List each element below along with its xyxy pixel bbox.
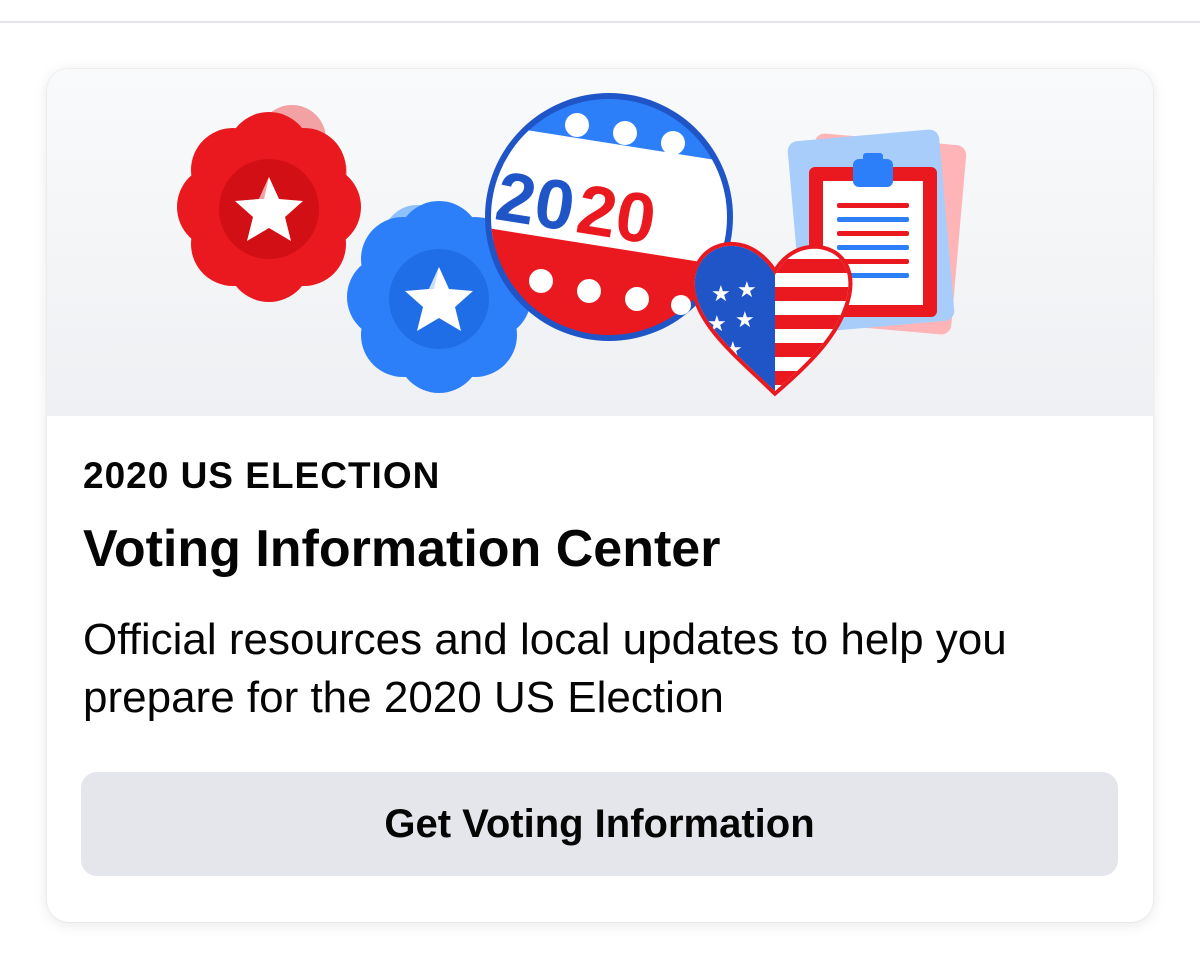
svg-text:★: ★ <box>737 277 757 302</box>
svg-text:★: ★ <box>711 281 731 306</box>
election-illustration: 20 20 ★ ★ ★ ★ ★ <box>47 69 1153 416</box>
flag-heart-icon: ★ ★ ★ ★ ★ <box>690 241 853 397</box>
voting-info-card: 20 20 ★ ★ ★ ★ ★ 2020 US ELECTION Voting … <box>47 69 1153 922</box>
top-divider <box>0 21 1200 23</box>
svg-text:★: ★ <box>735 307 755 332</box>
get-voting-information-button[interactable]: Get Voting Information <box>81 772 1118 876</box>
card-title: Voting Information Center <box>83 520 721 578</box>
card-description: Official resources and local updates to … <box>83 615 1007 722</box>
svg-text:20: 20 <box>572 170 661 259</box>
svg-text:20: 20 <box>491 157 580 246</box>
red-star-badge-icon <box>177 105 361 302</box>
election-eyebrow: 2020 US ELECTION <box>83 455 441 496</box>
svg-text:★: ★ <box>707 311 727 336</box>
